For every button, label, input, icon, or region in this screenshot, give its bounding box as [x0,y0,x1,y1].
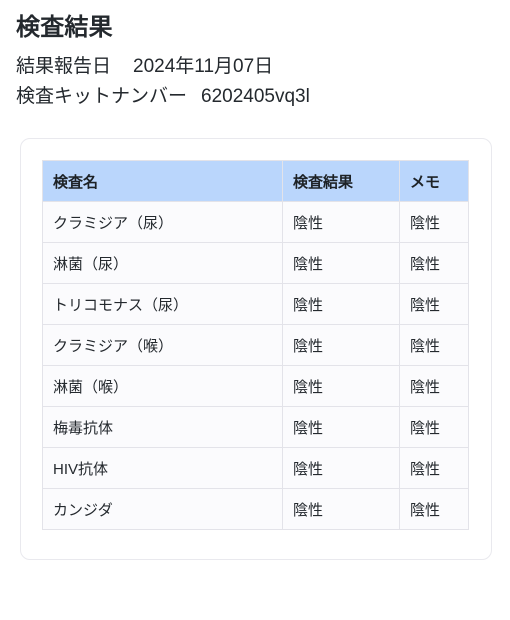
table-body: クラミジア（尿） 陰性 陰性 淋菌（尿） 陰性 陰性 トリコモナス（尿） 陰性 … [42,201,469,530]
cell-test-result: 陰性 [282,283,400,325]
cell-test-result: 陰性 [282,324,400,366]
table-header-row: 検査名 検査結果 メモ [42,160,469,202]
table-row: 淋菌（尿） 陰性 陰性 [42,242,469,284]
cell-test-result: 陰性 [282,406,400,448]
cell-test-result: 陰性 [282,201,400,243]
table-row: カンジダ 陰性 陰性 [42,488,469,530]
cell-test-result: 陰性 [282,365,400,407]
kit-number-label: 検査キットナンバー [16,86,188,107]
cell-test-result: 陰性 [282,242,400,284]
cell-test-name: HIV抗体 [42,447,283,489]
cell-test-name: クラミジア（尿） [42,201,283,243]
cell-test-result: 陰性 [282,447,400,489]
table-head: 検査名 検査結果 メモ [42,160,469,202]
cell-test-name: 淋菌（尿） [42,242,283,284]
cell-test-name: カンジダ [42,488,283,530]
column-header-memo: メモ [399,160,469,202]
report-date-line: 結果報告日 2024年11月07日 [16,52,510,82]
report-date-value: 2024年11月07日 [133,56,274,77]
cell-test-name: 淋菌（喉） [42,365,283,407]
kit-number-line: 検査キットナンバー 6202405vq3l [16,82,510,112]
cell-test-name: トリコモナス（尿） [42,283,283,325]
report-date-label: 結果報告日 [16,56,112,77]
cell-test-result: 陰性 [282,488,400,530]
table-row: クラミジア（尿） 陰性 陰性 [42,201,469,243]
table-row: クラミジア（喉） 陰性 陰性 [42,324,469,366]
cell-memo: 陰性 [399,365,469,407]
table-row: 梅毒抗体 陰性 陰性 [42,406,469,448]
header-block: 検査結果 結果報告日 2024年11月07日 検査キットナンバー 6202405vq… [0,0,510,112]
page-title: 検査結果 [16,14,113,41]
results-table: 検査名 検査結果 メモ クラミジア（尿） 陰性 陰性 淋菌（尿） 陰性 陰性 ト… [42,160,469,530]
column-header-test-name: 検査名 [42,160,283,202]
kit-number-value: 6202405vq3l [201,86,310,107]
cell-test-name: クラミジア（喉） [42,324,283,366]
cell-memo: 陰性 [399,242,469,284]
cell-test-name: 梅毒抗体 [42,406,283,448]
results-card: 検査名 検査結果 メモ クラミジア（尿） 陰性 陰性 淋菌（尿） 陰性 陰性 ト… [20,138,492,560]
table-row: トリコモナス（尿） 陰性 陰性 [42,283,469,325]
cell-memo: 陰性 [399,447,469,489]
cell-memo: 陰性 [399,283,469,325]
cell-memo: 陰性 [399,406,469,448]
table-row: HIV抗体 陰性 陰性 [42,447,469,489]
cell-memo: 陰性 [399,201,469,243]
column-header-test-result: 検査結果 [282,160,400,202]
cell-memo: 陰性 [399,488,469,530]
test-results-page: 検査結果 結果報告日 2024年11月07日 検査キットナンバー 6202405vq… [0,0,510,620]
cell-memo: 陰性 [399,324,469,366]
table-row: 淋菌（喉） 陰性 陰性 [42,365,469,407]
